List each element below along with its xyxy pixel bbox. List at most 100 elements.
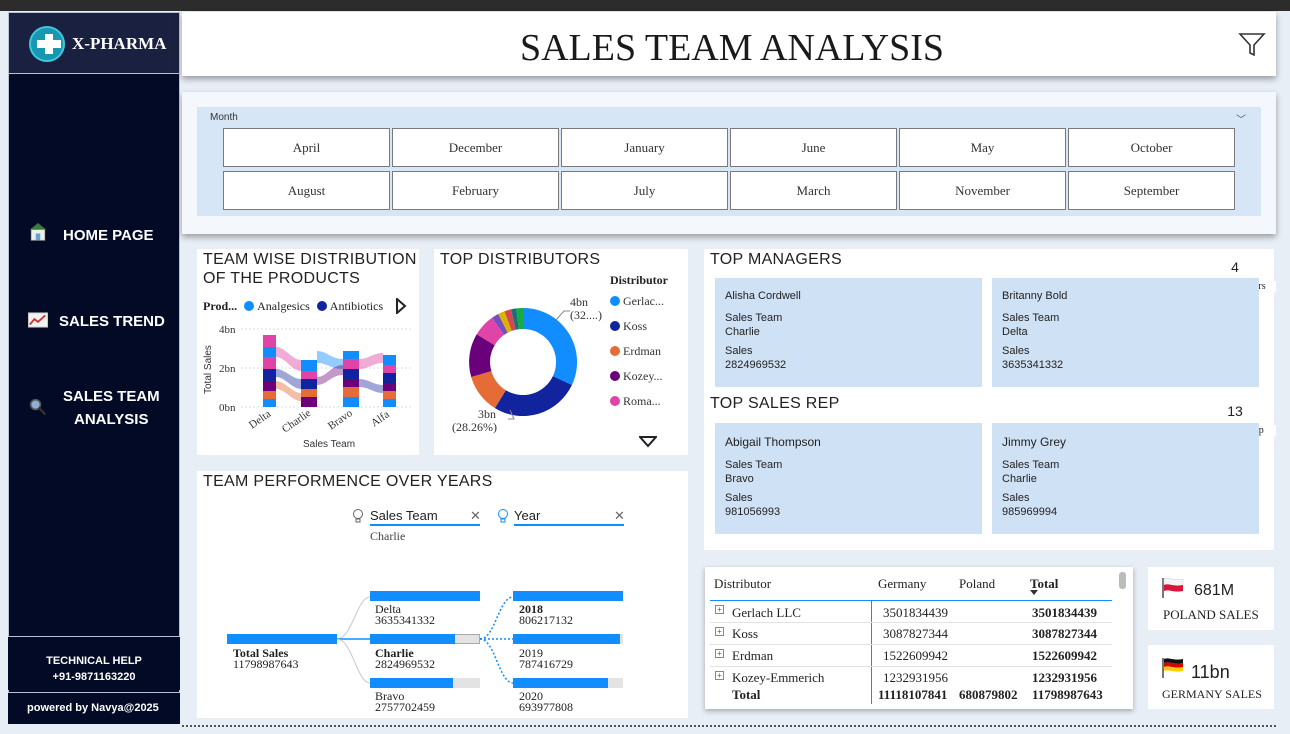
month-button[interactable]: October — [1068, 128, 1235, 167]
sales-label: Sales — [725, 492, 753, 504]
sidebar-item-sales-team-analysis[interactable]: SALES TEAM ANALYSIS — [26, 386, 176, 432]
donut-slice-koss[interactable] — [494, 376, 572, 417]
month-button[interactable]: December — [392, 128, 559, 167]
year-bar-2020[interactable] — [513, 678, 608, 688]
team-bar-delta[interactable] — [370, 591, 480, 601]
month-button[interactable]: May — [899, 128, 1066, 167]
cell-distributor: Koss — [732, 626, 759, 641]
legend-item[interactable]: Gerlac... — [610, 294, 664, 309]
page-title: SALES TEAM ANALYSIS — [519, 27, 945, 69]
expand-icon[interactable]: + — [715, 627, 724, 636]
chevron-down-icon[interactable]: ﹀ — [1236, 111, 1246, 126]
manager-name: Britanny Bold — [1002, 290, 1068, 302]
team-value: Bravo — [725, 473, 754, 485]
column-header-poland[interactable]: Poland — [959, 576, 995, 592]
plus-logo-icon — [29, 26, 65, 62]
month-button[interactable]: September — [1068, 171, 1235, 210]
x-tick: Bravo — [326, 407, 355, 433]
germany-sales-label: GERMANY SALES — [1162, 687, 1262, 701]
sales-label: Sales — [1002, 492, 1030, 504]
column-divider — [871, 601, 872, 704]
cell-germany: 3501834439 — [883, 605, 948, 620]
sidebar-item-sales-team-label-2: ANALYSIS — [74, 411, 149, 428]
year-bar-2019[interactable] — [513, 634, 620, 644]
sidebar-item-home[interactable]: HOME PAGE — [26, 222, 176, 250]
y-tick: 2bn — [219, 363, 236, 375]
year-bar-2018[interactable] — [513, 591, 623, 601]
team-bar-charlie[interactable] — [370, 634, 455, 644]
sales-value: 3635341332 — [1002, 359, 1064, 371]
legend-prefix: Prod... — [203, 299, 238, 313]
cell-total: 1232931956 — [1032, 670, 1097, 685]
poland-sales-label: POLAND SALES — [1163, 607, 1259, 622]
sales-rep-card: Jimmy Grey Sales Team Charlie Sales 9859… — [992, 423, 1259, 534]
team-distribution-title-1: TEAM WISE DISTRIBUTION — [203, 251, 417, 268]
root-bar[interactable] — [227, 634, 337, 644]
y-tick: 0bn — [219, 402, 236, 414]
legend-label: Koss — [623, 319, 648, 333]
month-button[interactable]: April — [223, 128, 390, 167]
manager-count: 4 — [1231, 259, 1239, 275]
team-label: Sales Team — [725, 459, 783, 471]
team-bar-bravo[interactable] — [370, 678, 453, 688]
team-value: Charlie — [725, 326, 760, 338]
legend-item[interactable]: Erdman — [610, 344, 661, 359]
ribbon-stack-delta — [263, 335, 276, 407]
expand-icon[interactable]: + — [715, 649, 724, 658]
legend-dot-analgesics — [244, 301, 255, 311]
team-label: Sales Team — [1002, 459, 1060, 471]
sales-rep-card: Abigail Thompson Sales Team Bravo Sales … — [715, 423, 982, 534]
column-header-germany[interactable]: Germany — [878, 576, 926, 592]
filter-icon[interactable] — [1238, 32, 1266, 58]
x-tick: Charlie — [280, 407, 314, 435]
month-button[interactable]: February — [392, 171, 559, 210]
germany-sales-value: 11bn — [1191, 662, 1230, 682]
top-distributors-title: TOP DISTRIBUTORS — [440, 251, 601, 268]
logo-text: X-PHARMA — [72, 34, 167, 53]
team-value: Charlie — [1002, 473, 1037, 485]
sales-rep-name: Jimmy Grey — [1002, 435, 1066, 449]
legend-label: Antibiotics — [329, 299, 384, 313]
legend-label: Analgesics — [257, 299, 310, 313]
top-managers-title: TOP MANAGERS — [710, 251, 842, 268]
team-distribution-title-2: OF THE PRODUCTS — [203, 270, 361, 287]
ribbon-stack-alfa — [383, 355, 396, 407]
month-button[interactable]: June — [730, 128, 897, 167]
expand-icon[interactable]: + — [715, 605, 724, 614]
column-header-distributor[interactable]: Distributor — [714, 576, 771, 592]
scrollbar-thumb[interactable] — [1119, 572, 1126, 589]
row-divider — [710, 622, 1112, 623]
cell-total: 3501834439 — [1032, 605, 1097, 620]
ribbon-stack-bravo — [343, 351, 359, 407]
donut-slice-gerlach[interactable] — [523, 307, 578, 385]
year-value: 806217132 — [519, 613, 573, 627]
sidebar-item-sales-team-label-1: SALES TEAM — [63, 388, 160, 405]
donut-label-top-value: 4bn — [570, 295, 588, 309]
donut-label-top-pct: (32....) — [570, 308, 602, 322]
legend-item[interactable]: Koss — [610, 319, 647, 334]
total-label: Total — [732, 687, 761, 702]
month-button[interactable]: November — [899, 171, 1066, 210]
powered-by: powered by Navya@2025 — [8, 692, 180, 724]
sales-label: Sales — [1002, 345, 1030, 357]
legend-item[interactable]: Kozey... — [610, 369, 663, 384]
month-button[interactable]: July — [561, 171, 728, 210]
month-button[interactable]: August — [223, 171, 390, 210]
sales-value: 2824969532 — [725, 359, 787, 371]
team-label: Sales Team — [1002, 312, 1060, 324]
month-button[interactable]: January — [561, 128, 728, 167]
sidebar-item-sales-trend[interactable]: SALES TREND — [26, 309, 176, 335]
help-phone: +91-9871163220 — [52, 671, 136, 683]
legend-next-icon[interactable] — [395, 298, 407, 314]
distributor-table: Distributor Germany Poland Total + Gerla… — [705, 567, 1133, 709]
total-germany: 11118107841 — [878, 687, 948, 702]
sidebar — [8, 12, 180, 724]
cell-distributor: Kozey-Emmerich — [732, 670, 825, 685]
top-managers-card: TOP MANAGERS 4 Total managers Alisha Cor… — [704, 249, 1276, 392]
x-tick: Alfa — [369, 408, 392, 429]
legend-label: Roma... — [623, 394, 661, 408]
legend-item[interactable]: Roma... — [610, 394, 661, 409]
month-button[interactable]: March — [730, 171, 897, 210]
legend-scroll-down-icon[interactable] — [639, 436, 657, 448]
expand-icon[interactable]: + — [715, 671, 724, 680]
